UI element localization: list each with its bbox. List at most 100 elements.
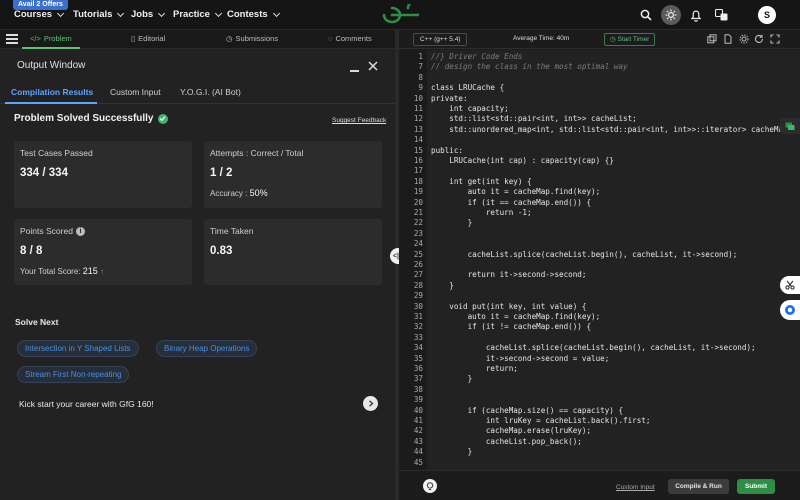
code-line[interactable]: it->second->second = value;: [431, 354, 609, 364]
code-editor-panel: C++ (g++ 5.4) Average Time: 40m ◷ Start …: [399, 30, 800, 500]
nav-tutorials[interactable]: Tutorials: [73, 9, 125, 20]
nav-courses[interactable]: Courses: [14, 9, 65, 20]
line-number: 7: [418, 62, 423, 72]
line-number: 29: [413, 291, 423, 301]
chevron-down-icon: [56, 9, 65, 17]
line-number: 10: [413, 93, 423, 103]
code-line[interactable]: }: [431, 374, 473, 384]
code-line[interactable]: std::list<std::pair<int, int>> cacheList…: [431, 114, 636, 124]
code-line[interactable]: if (cacheMap.size() == capacity) {: [431, 406, 623, 416]
arrow-up-icon: ↑: [99, 267, 104, 276]
code-line[interactable]: cacheList.splice(cacheList.begin(), cach…: [431, 343, 756, 353]
code-line[interactable]: int capacity;: [431, 104, 508, 114]
code-line[interactable]: if (it != cacheMap.end()) {: [431, 322, 591, 332]
line-number: 43: [413, 436, 423, 446]
file-icon[interactable]: [723, 34, 733, 44]
start-timer-button[interactable]: ◷ Start Timer: [604, 33, 656, 46]
compile-run-button[interactable]: Compile & Run: [668, 479, 729, 494]
code-line[interactable]: //} Driver Code Ends: [431, 52, 522, 62]
comment-icon: ◌: [328, 34, 333, 43]
custom-input-link[interactable]: Custom Input: [616, 484, 655, 491]
code-line[interactable]: LRUCache(int cap) : capacity(cap) {}: [431, 156, 614, 166]
line-number: 13: [413, 124, 423, 134]
code-line[interactable]: return -1;: [431, 208, 532, 218]
average-time: Average Time: 40m: [513, 35, 570, 42]
nav-jobs[interactable]: Jobs: [131, 9, 166, 20]
nav-practice[interactable]: Practice: [173, 9, 223, 20]
code-line[interactable]: }: [431, 281, 454, 291]
line-number: 11: [413, 104, 423, 113]
code-line[interactable]: if (it == cacheMap.end()) {: [431, 198, 591, 208]
gfg-logo[interactable]: [381, 4, 419, 26]
settings-icon[interactable]: [739, 34, 749, 44]
code-line[interactable]: auto it = cacheMap.find(key);: [431, 312, 601, 322]
close-icon[interactable]: [367, 60, 379, 72]
chevron-right-icon[interactable]: [363, 396, 378, 411]
line-number: 15: [413, 145, 423, 155]
code-line[interactable]: void put(int key, int value) {: [431, 302, 586, 312]
avatar[interactable]: S: [758, 6, 776, 24]
chevron-down-icon: [158, 9, 166, 17]
code-line[interactable]: cacheMap.erase(lruKey);: [431, 426, 591, 436]
theme-toggle-icon[interactable]: [661, 5, 681, 25]
points-card: Points Scored i 8 / 8 Your Total Score: 2…: [14, 219, 192, 285]
line-number: 34: [413, 343, 423, 353]
line-number: 20: [413, 197, 423, 207]
bell-icon[interactable]: [687, 6, 705, 24]
nav-contests[interactable]: Contests: [227, 9, 280, 20]
info-icon[interactable]: i: [75, 226, 85, 236]
tab-problem[interactable]: </> Problem: [30, 34, 72, 43]
suggest-feedback-link[interactable]: Suggest Feedback: [332, 117, 386, 124]
tab-editorial[interactable]: ▯ Editorial: [131, 34, 165, 43]
code-line[interactable]: }: [431, 218, 473, 228]
lightbulb-icon[interactable]: [423, 479, 437, 493]
tab-submissions[interactable]: ◷ Submissions: [226, 34, 278, 43]
code-line[interactable]: // design the class in the most optimal …: [431, 62, 628, 72]
submit-button[interactable]: Submit: [737, 479, 775, 494]
code-line[interactable]: cacheList.pop_back();: [431, 437, 582, 447]
line-number: 37: [413, 374, 423, 384]
code-line[interactable]: public:: [431, 146, 463, 156]
line-number: 42: [413, 426, 423, 436]
reset-icon[interactable]: [754, 34, 764, 44]
tab-comments[interactable]: ◌ Comments: [328, 34, 372, 43]
fullscreen-icon[interactable]: [770, 34, 780, 44]
translate-icon[interactable]: [712, 6, 730, 24]
code-line[interactable]: return;: [431, 364, 518, 374]
line-number: 30: [413, 301, 423, 311]
suggestion-chip[interactable]: Binary Heap Operations: [156, 340, 258, 357]
tab-compilation-results[interactable]: Compilation Results: [11, 87, 93, 97]
line-number: 22: [413, 218, 423, 228]
chevron-down-icon: [214, 9, 223, 17]
copy-icon[interactable]: [707, 34, 717, 44]
suggestion-chip[interactable]: Stream First Non-repeating: [17, 366, 130, 383]
search-icon[interactable]: [637, 6, 655, 24]
line-number: 35: [413, 353, 423, 363]
code-line[interactable]: return it->second->second;: [431, 270, 587, 280]
line-number: 38: [413, 384, 423, 394]
suggestion-chip[interactable]: Intersection in Y Shaped Lists: [17, 340, 139, 357]
language-select[interactable]: C++ (g++ 5.4): [413, 33, 468, 46]
output-subtabs: Compilation Results Custom Input Y.O.G.I…: [0, 82, 395, 104]
menu-icon[interactable]: [6, 34, 18, 44]
line-number: 24: [413, 239, 423, 249]
line-number: 18: [413, 176, 423, 186]
line-number: 45: [413, 457, 423, 467]
minimize-icon[interactable]: [350, 70, 359, 72]
assistant-icon[interactable]: [780, 300, 800, 320]
code-line[interactable]: auto it = cacheMap.find(key);: [431, 187, 601, 197]
document-icon: ▯: [131, 34, 136, 43]
chat-icon[interactable]: [780, 118, 800, 134]
code-line[interactable]: int lruKey = cacheList.back().first;: [431, 416, 651, 426]
tab-yogi-bot[interactable]: Y.O.G.I. (AI Bot): [180, 87, 241, 97]
scissors-icon[interactable]: [780, 276, 800, 294]
code-area[interactable]: //} Driver Code Ends// design the class …: [427, 50, 800, 470]
code-line[interactable]: class LRUCache {: [431, 83, 504, 93]
code-line[interactable]: int get(int key) {: [431, 177, 531, 187]
tab-custom-input[interactable]: Custom Input: [110, 87, 161, 97]
code-line[interactable]: private:: [431, 94, 468, 104]
code-line[interactable]: cacheList.splice(cacheList.begin(), cach…: [431, 250, 738, 260]
code-line[interactable]: std::unordered_map<int, std::list<std::p…: [431, 125, 792, 135]
code-line[interactable]: }: [431, 447, 473, 457]
line-number: 33: [413, 332, 423, 342]
